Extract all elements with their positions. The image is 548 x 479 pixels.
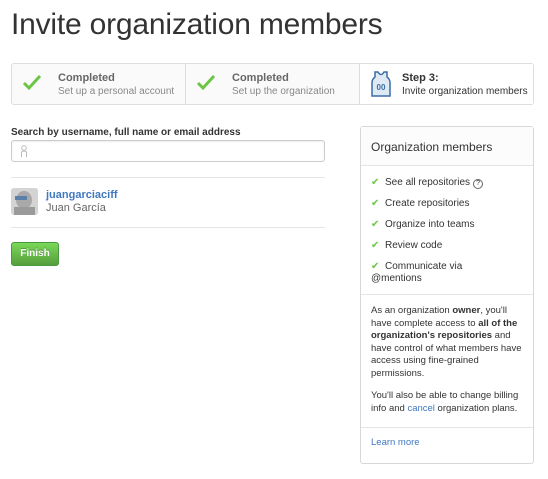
member-full-name: Juan García [46, 201, 106, 214]
check-icon: ✔ [371, 219, 380, 230]
svg-text:00: 00 [377, 83, 386, 92]
organization-members-panel: Organization members ✔ See all repositor… [360, 126, 534, 464]
divider [11, 177, 325, 178]
check-icon: ✔ [371, 177, 380, 188]
jersey-icon: 00 [370, 71, 392, 97]
panel-description: As an organization owner, you'll have co… [361, 295, 533, 415]
list-item: ✔ Create repositories [371, 198, 523, 210]
check-icon: ✔ [371, 261, 380, 272]
finish-button[interactable]: Finish [11, 242, 59, 266]
step-invite-members: 00 Step 3: Invite organization members [360, 64, 533, 104]
check-icon [196, 72, 220, 96]
step-label: Set up the organization [232, 85, 335, 97]
page-title: Invite organization members [11, 8, 383, 41]
step-organization: Completed Set up the organization [186, 64, 360, 104]
list-item: ✔ See all repositories? [371, 177, 523, 189]
person-icon [21, 145, 27, 157]
help-icon[interactable]: ? [473, 179, 484, 189]
learn-more-link[interactable]: Learn more [371, 437, 420, 448]
list-item: ✔ Organize into teams [371, 219, 523, 231]
panel-title: Organization members [361, 127, 533, 166]
permission-label: Create repositories [385, 198, 470, 209]
step-personal-account: Completed Set up a personal account [12, 64, 186, 104]
search-input[interactable] [12, 141, 324, 161]
list-item: ✔ Review code [371, 240, 523, 252]
avatar[interactable] [11, 187, 38, 215]
permission-label: See all repositories [385, 177, 471, 188]
progress-steps: Completed Set up a personal account Comp… [11, 63, 534, 105]
member-login-link[interactable]: juangarciaciff [46, 189, 118, 201]
step-label: Invite organization members [402, 85, 528, 97]
member-row: juangarciaciff Juan García [11, 187, 118, 215]
divider [11, 227, 325, 228]
search-label: Search by username, full name or email a… [11, 127, 241, 138]
step-status: Step 3: [402, 71, 439, 84]
check-icon: ✔ [371, 198, 380, 209]
permission-label: Communicate via [385, 261, 463, 272]
permission-label: Organize into teams [385, 219, 475, 230]
permission-label: Review code [385, 240, 443, 251]
check-icon: ✔ [371, 240, 380, 251]
list-item: ✔ Communicate via @mentions [371, 261, 523, 285]
permission-label-continued: @mentions [371, 273, 422, 284]
step-status: Completed [58, 71, 115, 84]
check-icon [22, 72, 46, 96]
owner-description: As an organization owner, you'll have co… [371, 305, 522, 379]
cancel-link[interactable]: cancel [407, 403, 434, 414]
step-label: Set up a personal account [58, 85, 175, 97]
permission-list: ✔ See all repositories? ✔ Create reposit… [361, 166, 533, 285]
billing-description: You'll also be able to change billing in… [371, 390, 519, 414]
step-status: Completed [232, 71, 289, 84]
search-field[interactable] [11, 140, 325, 162]
